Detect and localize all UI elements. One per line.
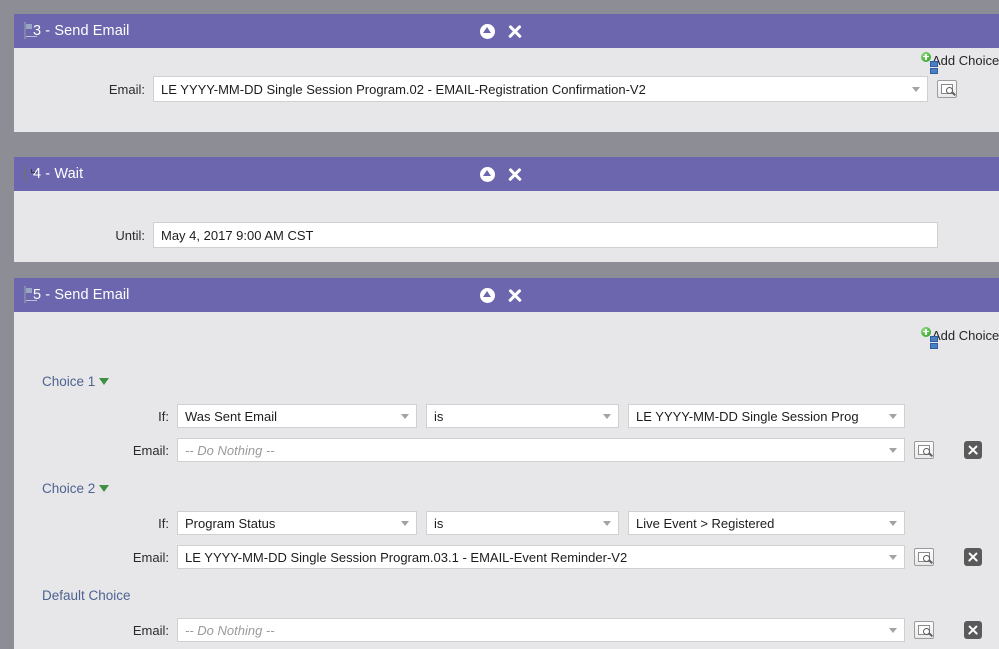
automation-campaign-flow: 3 - Send Email Add Choice Email: LE YYYY… bbox=[0, 0, 999, 649]
panel-title-step-4: 4 - Wait bbox=[33, 166, 84, 182]
add-choice-button-step-3[interactable]: Add Choice bbox=[921, 51, 999, 74]
close-icon[interactable] bbox=[507, 167, 522, 182]
choice-1-preview-button[interactable] bbox=[914, 441, 934, 459]
panel-header-actions-step-3 bbox=[480, 23, 522, 39]
choice-2-email-row: Email: LE YYYY-MM-DD Single Session Prog… bbox=[14, 542, 999, 572]
choice-1-heading[interactable]: Choice 1 bbox=[14, 370, 999, 392]
choice-1-field-value: Was Sent Email bbox=[185, 408, 277, 424]
chevron-down-icon bbox=[889, 521, 897, 526]
choice-2-operator-select[interactable]: is bbox=[426, 511, 619, 535]
panel-header-actions-step-4 bbox=[480, 166, 522, 182]
email-select-value: LE YYYY-MM-DD Single Session Program.02 … bbox=[161, 81, 646, 97]
email-field-label: Email: bbox=[108, 81, 145, 97]
chevron-down-icon bbox=[889, 414, 897, 419]
choice-1-delete-button[interactable] bbox=[964, 441, 982, 459]
choice-1-email-label: Email: bbox=[132, 442, 169, 458]
choice-2-email-value: LE YYYY-MM-DD Single Session Program.03.… bbox=[185, 549, 628, 565]
chevron-down-icon bbox=[603, 521, 611, 526]
choice-1-email-value: -- Do Nothing -- bbox=[185, 442, 275, 458]
chevron-down-icon[interactable] bbox=[99, 484, 110, 492]
email-row-step-3: Email: LE YYYY-MM-DD Single Session Prog… bbox=[14, 74, 999, 104]
add-value-icon[interactable] bbox=[866, 409, 880, 423]
chevron-down-icon bbox=[401, 414, 409, 419]
default-choice-preview-button[interactable] bbox=[914, 621, 934, 639]
email-select-step-3[interactable]: LE YYYY-MM-DD Single Session Program.02 … bbox=[153, 76, 928, 102]
default-choice-email-select[interactable]: -- Do Nothing -- bbox=[177, 618, 905, 642]
until-input-value: May 4, 2017 9:00 AM CST bbox=[161, 227, 314, 243]
choice-2-target-value: Live Event > Registered bbox=[636, 515, 775, 531]
chevron-down-icon bbox=[889, 448, 897, 453]
panel-title-step-3: 3 - Send Email bbox=[33, 23, 130, 39]
chevron-down-icon[interactable] bbox=[99, 377, 110, 385]
default-choice-delete-button[interactable] bbox=[964, 621, 982, 639]
panel-step-3: 3 - Send Email Add Choice Email: LE YYYY… bbox=[14, 14, 999, 132]
default-choice-heading: Default Choice bbox=[14, 584, 999, 606]
until-input-step-4[interactable]: May 4, 2017 9:00 AM CST bbox=[153, 222, 938, 248]
choice-1-target-value: LE YYYY-MM-DD Single Session Prog bbox=[636, 408, 859, 424]
chevron-down-icon bbox=[603, 414, 611, 419]
choice-2-field-select[interactable]: Program Status bbox=[177, 511, 417, 535]
collapse-up-icon[interactable] bbox=[480, 23, 495, 39]
panel-body-step-4: Until: May 4, 2017 9:00 AM CST bbox=[14, 191, 999, 262]
choice-2-condition-row: If: Program Status is Live Event > Regis… bbox=[14, 508, 999, 538]
collapse-up-icon[interactable] bbox=[480, 287, 495, 303]
choice-1-condition-row: If: Was Sent Email is LE YYYY-MM-DD Sing… bbox=[14, 401, 999, 431]
add-choice-label: Add Choice bbox=[932, 328, 999, 343]
preview-email-button-step-3[interactable] bbox=[937, 80, 957, 98]
choice-1-if-label: If: bbox=[158, 408, 169, 424]
choice-2-operator-value: is bbox=[434, 515, 444, 531]
choice-1-operator-select[interactable]: is bbox=[426, 404, 619, 428]
chevron-down-icon bbox=[889, 555, 897, 560]
panel-title-step-5: 5 - Send Email bbox=[33, 287, 130, 303]
add-choice-row-step-3: Add Choice bbox=[14, 48, 999, 74]
choice-2-if-label: If: bbox=[158, 515, 169, 531]
add-choice-button-step-5[interactable]: Add Choice bbox=[921, 326, 999, 349]
until-field-label: Until: bbox=[115, 227, 145, 243]
panel-body-step-5: Add Choice Choice 1 If: Was Sent Email i… bbox=[14, 312, 999, 649]
close-icon[interactable] bbox=[507, 288, 522, 303]
choice-1-email-select[interactable]: -- Do Nothing -- bbox=[177, 438, 905, 462]
choice-2-heading[interactable]: Choice 2 bbox=[14, 477, 999, 499]
panel-body-step-3: Add Choice Email: LE YYYY-MM-DD Single S… bbox=[14, 48, 999, 132]
panel-step-4: 4 - Wait Until: May 4, 2017 9:00 AM CST bbox=[14, 157, 999, 262]
add-choice-label: Add Choice bbox=[932, 53, 999, 68]
choice-1-target-select[interactable]: LE YYYY-MM-DD Single Session Prog bbox=[628, 404, 905, 428]
chevron-down-icon bbox=[889, 628, 897, 633]
until-row-step-4: Until: May 4, 2017 9:00 AM CST bbox=[14, 220, 999, 250]
choice-2-target-select[interactable]: Live Event > Registered bbox=[628, 511, 905, 535]
panel-header-step-4: 4 - Wait bbox=[14, 157, 999, 191]
choice-2-email-label: Email: bbox=[132, 549, 169, 565]
default-choice-email-row: Email: -- Do Nothing -- bbox=[14, 615, 999, 645]
panel-header-actions-step-5 bbox=[480, 287, 522, 303]
choice-2-email-select[interactable]: LE YYYY-MM-DD Single Session Program.03.… bbox=[177, 545, 905, 569]
add-value-icon[interactable] bbox=[866, 516, 880, 530]
choice-2-label: Choice 2 bbox=[42, 480, 96, 496]
panel-header-step-5: 5 - Send Email bbox=[14, 278, 999, 312]
default-choice-label: Default Choice bbox=[42, 587, 131, 603]
panel-step-5: 5 - Send Email Add Choice Choice 1 If: W… bbox=[14, 278, 999, 649]
choice-1-label: Choice 1 bbox=[42, 373, 96, 389]
panel-header-step-3: 3 - Send Email bbox=[14, 14, 999, 48]
choice-2-preview-button[interactable] bbox=[914, 548, 934, 566]
choice-1-field-select[interactable]: Was Sent Email bbox=[177, 404, 417, 428]
choice-1-operator-value: is bbox=[434, 408, 444, 424]
choice-1-email-row: Email: -- Do Nothing -- bbox=[14, 435, 999, 465]
chevron-down-icon bbox=[912, 87, 920, 92]
choice-2-delete-button[interactable] bbox=[964, 548, 982, 566]
close-icon[interactable] bbox=[507, 24, 522, 39]
collapse-up-icon[interactable] bbox=[480, 166, 495, 182]
chevron-down-icon bbox=[401, 521, 409, 526]
add-choice-row-step-5: Add Choice bbox=[14, 312, 999, 349]
default-choice-email-value: -- Do Nothing -- bbox=[185, 622, 275, 638]
default-choice-email-label: Email: bbox=[132, 622, 169, 638]
choice-2-field-value: Program Status bbox=[185, 515, 276, 531]
